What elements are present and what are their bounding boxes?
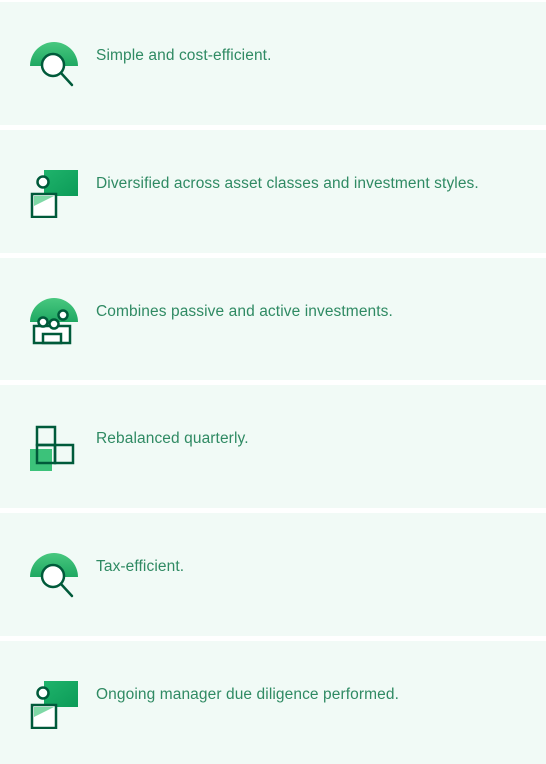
feature-card: Simple and cost-efficient. — [0, 2, 546, 125]
feature-list: Simple and cost-efficient. Diversified a… — [0, 0, 546, 764]
feature-label: Combines passive and active investments. — [96, 302, 393, 320]
feature-label: Diversified across asset classes and inv… — [96, 174, 479, 192]
feature-card: Tax-efficient. — [0, 513, 546, 637]
feature-label: Tax-efficient. — [96, 558, 185, 576]
feature-label: Simple and cost-efficient. — [96, 47, 272, 64]
magnifier-icon — [30, 553, 78, 601]
person-board-icon — [30, 681, 78, 730]
feature-card: Diversified across asset classes and inv… — [0, 129, 546, 253]
blocks-icon — [30, 425, 78, 473]
magnifier-icon — [30, 42, 78, 90]
feature-label: Ongoing manager due diligence performed. — [96, 686, 399, 704]
feature-label: Rebalanced quarterly. — [96, 430, 249, 448]
feature-card: Ongoing manager due diligence performed. — [0, 641, 546, 764]
person-board-icon — [30, 169, 78, 218]
feature-card: Rebalanced quarterly. — [0, 385, 546, 509]
feature-card: Combines passive and active investments. — [0, 257, 546, 381]
group-icon — [30, 297, 78, 346]
